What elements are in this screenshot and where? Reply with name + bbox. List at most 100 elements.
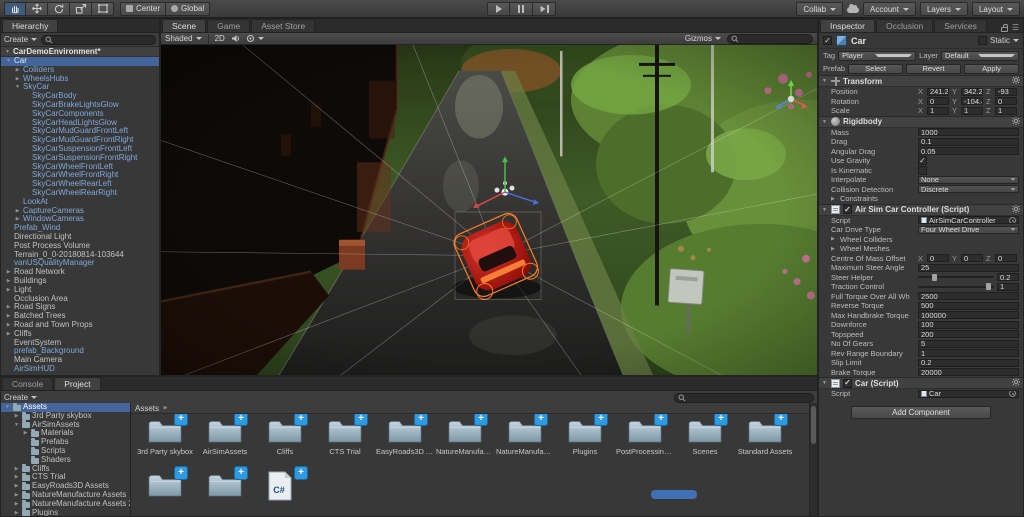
tab-hierarchy[interactable]: Hierarchy: [2, 19, 58, 32]
toggle-2d-button[interactable]: 2D: [215, 34, 225, 43]
gizmos-dropdown[interactable]: Gizmos: [685, 34, 721, 43]
value-field[interactable]: 0.05: [918, 147, 1019, 155]
asset-folder-easyroads3d-as[interactable]: +EasyRoads3D As...: [375, 417, 435, 471]
foldout-open-icon[interactable]: ▼: [5, 57, 12, 66]
property-dropdown[interactable]: Four Wheel Drive: [918, 226, 1019, 234]
object-field[interactable]: Car: [918, 390, 1019, 398]
prefab-apply-button[interactable]: Apply: [964, 64, 1019, 74]
asset-folder-cliffs[interactable]: +Cliffs: [255, 417, 315, 471]
cloud-icon[interactable]: [847, 7, 859, 13]
tab-scene[interactable]: Scene: [162, 19, 206, 32]
menu-icon[interactable]: ☰: [1012, 23, 1019, 32]
property-dropdown[interactable]: Discrete: [918, 185, 1019, 193]
pivot-global-button[interactable]: Global: [166, 2, 210, 16]
foldout-open-icon[interactable]: ▼: [822, 119, 828, 125]
static-toggle[interactable]: Static: [978, 36, 1019, 45]
value-field[interactable]: 2500: [918, 292, 1019, 300]
asset-folder-untitled[interactable]: +: [135, 471, 195, 516]
slider-thumb[interactable]: [986, 283, 991, 290]
tab-occlusion[interactable]: Occlusion: [876, 19, 933, 32]
object-field[interactable]: AirSimCarController: [918, 216, 1019, 224]
value-field[interactable]: 0.2: [918, 359, 1019, 367]
slider-value-field[interactable]: 1: [997, 283, 1019, 291]
scale-tool-button[interactable]: [70, 2, 92, 16]
tab-inspector[interactable]: Inspector: [820, 19, 875, 32]
value-field[interactable]: 20000: [918, 368, 1019, 376]
component-header-car-script[interactable]: ▼✓Car (Script): [819, 377, 1023, 389]
add-component-button[interactable]: Add Component: [851, 406, 991, 419]
gear-wrap[interactable]: [1012, 117, 1020, 127]
asset-folder-plugins[interactable]: +Plugins: [555, 417, 615, 471]
gear-wrap[interactable]: [1012, 378, 1020, 388]
project-tree-item-cliffs[interactable]: ▶Cliffs: [1, 465, 130, 474]
foldout-open-icon[interactable]: ▼: [822, 380, 828, 386]
scene-header-row[interactable]: ▼ CarDemoEnvironment*: [1, 47, 159, 57]
foldout-closed-icon[interactable]: ▶: [831, 236, 837, 242]
scene-viewport[interactable]: [161, 45, 817, 375]
project-search-input[interactable]: [674, 393, 814, 403]
project-scrollbar[interactable]: [809, 403, 817, 516]
value-field[interactable]: 0.1: [918, 138, 1019, 146]
project-create-button[interactable]: Create: [4, 393, 37, 402]
shading-mode-dropdown[interactable]: Shaded: [165, 34, 202, 43]
foldout-undefined-icon[interactable]: ▶: [13, 509, 20, 516]
component-enabled-checkbox[interactable]: ✓: [843, 205, 852, 214]
asset-script-untitled[interactable]: C#+: [255, 471, 315, 516]
foldout-undefined-icon[interactable]: ▶: [13, 491, 20, 500]
pivot-center-button[interactable]: Center: [120, 2, 166, 16]
value-field[interactable]: 200: [918, 330, 1019, 338]
rotate-tool-button[interactable]: [48, 2, 70, 16]
tag-dropdown[interactable]: Player: [838, 51, 916, 61]
vector-field-y[interactable]: 342.29: [961, 88, 983, 96]
collab-dropdown[interactable]: Collab: [796, 2, 843, 16]
foldout-closed-icon[interactable]: ▶: [5, 268, 12, 277]
project-tree-item-shaders[interactable]: Shaders: [1, 456, 130, 465]
scene-audio-toggle[interactable]: [231, 34, 240, 43]
gear-wrap[interactable]: [1012, 76, 1020, 86]
foldout-closed-icon[interactable]: ▶: [5, 277, 12, 286]
move-tool-button[interactable]: [26, 2, 48, 16]
hierarchy-create-button[interactable]: Create: [4, 35, 37, 44]
vector-field-y[interactable]: -104.451: [961, 97, 983, 105]
foldout-open-icon[interactable]: ▼: [14, 83, 21, 92]
property-dropdown[interactable]: None: [918, 176, 1019, 184]
value-field[interactable]: 5: [918, 340, 1019, 348]
account-dropdown[interactable]: Account: [863, 2, 916, 16]
asset-folder-cts-trial[interactable]: +CTS Trial: [315, 417, 375, 471]
slider-value-field[interactable]: 0.2: [997, 273, 1019, 281]
hand-tool-button[interactable]: [4, 2, 26, 16]
foldout-undefined-icon[interactable]: ▶: [13, 500, 20, 509]
slider-track[interactable]: [918, 276, 994, 278]
asset-folder-scenes[interactable]: +Scenes: [675, 417, 735, 471]
foldout-undefined-icon[interactable]: ▶: [13, 473, 20, 482]
foldout-closed-icon[interactable]: ▶: [5, 303, 12, 312]
gear-icon[interactable]: [1012, 76, 1020, 84]
project-tree-item-plugins[interactable]: ▶Plugins: [1, 509, 130, 516]
breadcrumb-label[interactable]: Assets: [135, 404, 159, 413]
selected-asset-label[interactable]: [651, 490, 697, 499]
scene-orientation-gizmo[interactable]: [771, 77, 811, 117]
vector-field-y[interactable]: 0: [961, 254, 983, 262]
project-tree-item-naturemanufacture-assets-2[interactable]: ▶NatureManufacture Assets 2: [1, 500, 130, 509]
value-field[interactable]: 1: [918, 349, 1019, 357]
component-header-transform[interactable]: ▼Transform: [819, 75, 1023, 87]
asset-folder-untitled[interactable]: +: [195, 471, 255, 516]
foldout-undefined-icon[interactable]: ▶: [13, 482, 20, 491]
foldout-closed-icon[interactable]: ▶: [5, 312, 12, 321]
foldout-undefined-icon[interactable]: ▼: [4, 403, 11, 412]
prefab-revert-button[interactable]: Revert: [906, 64, 961, 74]
component-header-rigidbody[interactable]: ▼Rigidbody: [819, 116, 1023, 128]
foldout-open-icon[interactable]: ▼: [4, 49, 11, 55]
value-field[interactable]: 1000: [918, 128, 1019, 136]
scrollbar-thumb[interactable]: [811, 406, 816, 444]
scene-search-input[interactable]: [727, 34, 813, 44]
foldout-closed-icon[interactable]: ▶: [14, 66, 21, 75]
tab-game[interactable]: Game: [207, 19, 250, 32]
vector-field-x[interactable]: 1: [927, 107, 949, 115]
gear-wrap[interactable]: [1012, 205, 1020, 215]
vector-field-x[interactable]: 0: [927, 97, 949, 105]
foldout-undefined-icon[interactable]: ▼: [13, 421, 20, 430]
value-field[interactable]: 500: [918, 302, 1019, 310]
scene-effects-dropdown[interactable]: [246, 34, 264, 43]
vector-field-z[interactable]: 1: [995, 107, 1017, 115]
